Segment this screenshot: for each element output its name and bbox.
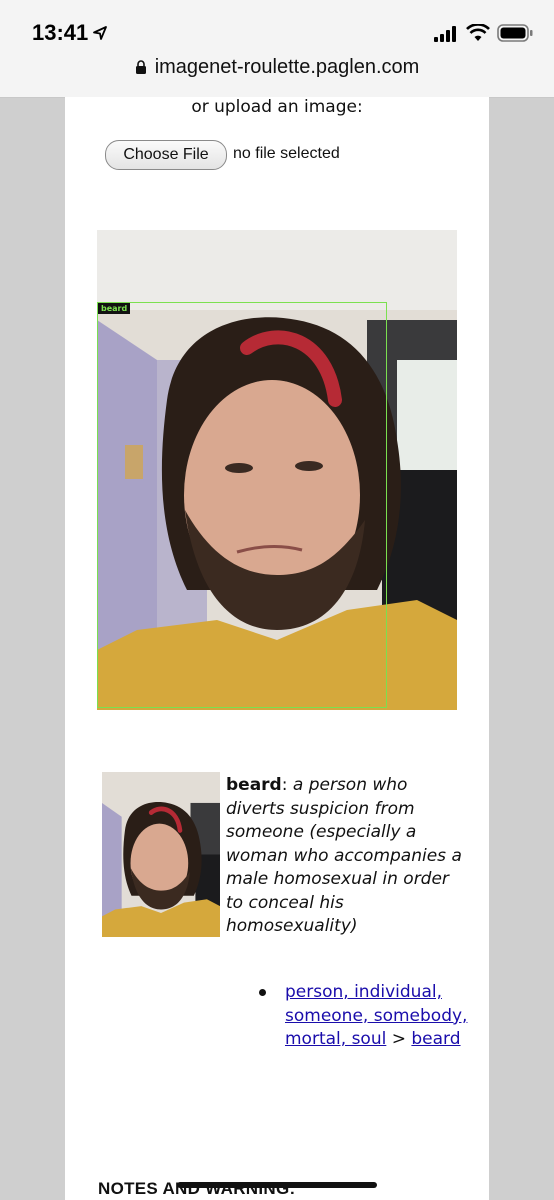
url-domain: imagenet-roulette.paglen.com <box>154 56 420 78</box>
location-arrow-icon <box>93 26 107 40</box>
result-term: beard <box>226 775 282 795</box>
thumbnail-image <box>102 772 220 937</box>
detection-box: beard <box>97 302 387 708</box>
address-bar[interactable]: imagenet-roulette.paglen.com <box>0 56 554 86</box>
lock-icon <box>135 60 146 74</box>
cellular-signal-icon <box>434 26 456 42</box>
home-indicator[interactable] <box>177 1182 377 1188</box>
file-status-text: no file selected <box>233 145 340 162</box>
hierarchy-separator: > <box>386 1029 412 1049</box>
detection-box-label: beard <box>98 303 131 314</box>
upload-label: or upload an image: <box>191 97 363 117</box>
term-separator: : <box>281 775 293 795</box>
hierarchy-item: person, individual, someone, somebody, m… <box>285 981 481 1052</box>
analyzed-photo: beard <box>97 230 457 710</box>
status-time: 13:41 <box>32 20 89 45</box>
hierarchy-leaf-link[interactable]: beard <box>411 1029 460 1049</box>
battery-icon <box>497 24 533 42</box>
browser-chrome: 13:41 imagenet-roulette.paglen.com <box>0 0 554 98</box>
list-bullet <box>259 989 266 996</box>
page-content: or upload an image: Choose File no file … <box>65 97 489 1200</box>
choose-file-button[interactable]: Choose File <box>105 140 227 170</box>
wifi-icon <box>466 24 490 41</box>
definition-gloss: a person who diverts suspicion from some… <box>226 775 462 936</box>
result-definition: beard: a person who diverts suspicion fr… <box>226 774 466 939</box>
result-thumbnail <box>102 772 220 937</box>
